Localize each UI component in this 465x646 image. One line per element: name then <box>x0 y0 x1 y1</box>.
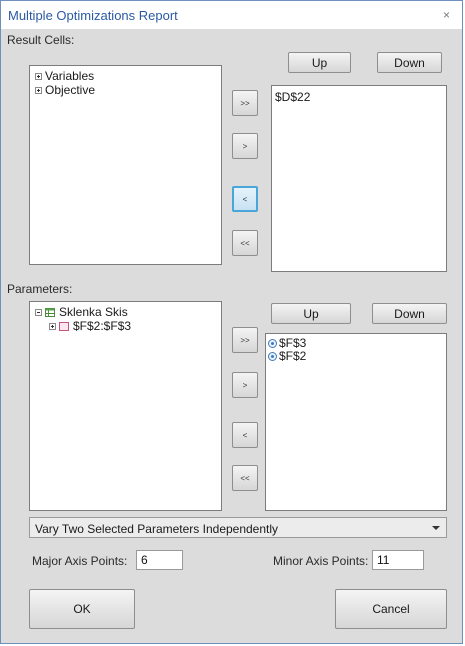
result-cells-label: Result Cells: <box>7 33 75 47</box>
parameters-remove-button[interactable]: < <box>232 422 258 448</box>
tree-item-variables[interactable]: Variables <box>35 69 94 83</box>
tree-item-label: $F$2:$F$3 <box>73 319 132 333</box>
cancel-button[interactable]: Cancel <box>335 589 447 629</box>
list-item[interactable]: $F$2 <box>268 349 306 363</box>
parameters-remove-all-button[interactable]: << <box>232 465 258 491</box>
parameters-label: Parameters: <box>7 282 73 296</box>
expand-icon[interactable] <box>35 86 42 94</box>
parameters-down-button[interactable]: Down <box>372 303 447 324</box>
minor-axis-label: Minor Axis Points: <box>273 554 369 568</box>
worksheet-icon <box>45 307 55 317</box>
parameters-selected-list[interactable]: $F$3 $F$2 <box>265 333 447 511</box>
list-item[interactable]: $D$22 <box>275 90 310 104</box>
dialog-body: Result Cells: Variables Objective Up Dow… <box>1 29 462 643</box>
tree-item-label: Sklenka Skis <box>59 305 128 319</box>
result-cells-tree[interactable]: Variables Objective <box>29 65 222 265</box>
tree-item-label: Variables <box>45 69 95 83</box>
major-axis-label: Major Axis Points: <box>32 554 128 568</box>
close-icon[interactable]: × <box>443 8 450 22</box>
ok-button[interactable]: OK <box>29 589 135 629</box>
mode-dropdown[interactable]: Vary Two Selected Parameters Independent… <box>29 517 447 538</box>
parameters-tree[interactable]: Sklenka Skis $F$2:$F$3 <box>29 301 222 511</box>
tree-item-workbook[interactable]: Sklenka Skis <box>35 305 128 319</box>
window-title: Multiple Optimizations Report <box>8 8 178 23</box>
major-axis-input[interactable] <box>136 550 183 570</box>
tree-item-range[interactable]: $F$2:$F$3 <box>49 319 131 333</box>
list-item[interactable]: $F$3 <box>268 336 306 350</box>
tree-item-objective[interactable]: Objective <box>35 83 95 97</box>
parameters-up-button[interactable]: Up <box>271 303 351 324</box>
result-add-all-button[interactable]: >> <box>232 90 258 116</box>
result-remove-button[interactable]: < <box>232 186 258 212</box>
result-down-button[interactable]: Down <box>377 52 442 73</box>
dialog-window: Multiple Optimizations Report × Result C… <box>0 0 463 644</box>
result-selected-list[interactable]: $D$22 <box>271 85 447 272</box>
parameters-add-button[interactable]: > <box>232 372 258 398</box>
collapse-icon[interactable] <box>35 308 42 316</box>
expand-icon[interactable] <box>35 72 42 80</box>
list-item-label: $F$2 <box>279 349 307 363</box>
tree-item-label: Objective <box>45 83 96 97</box>
title-bar: Multiple Optimizations Report × <box>1 1 462 29</box>
expand-icon[interactable] <box>49 322 56 330</box>
parameter-icon <box>268 351 277 361</box>
minor-axis-input[interactable] <box>372 550 424 570</box>
parameters-add-all-button[interactable]: >> <box>232 327 258 353</box>
result-add-button[interactable]: > <box>232 133 258 159</box>
result-up-button[interactable]: Up <box>288 52 351 73</box>
list-item-label: $F$3 <box>279 336 307 350</box>
chevron-down-icon[interactable] <box>432 526 440 530</box>
result-remove-all-button[interactable]: << <box>232 230 258 256</box>
mode-dropdown-value: Vary Two Selected Parameters Independent… <box>35 522 279 536</box>
parameter-icon <box>268 338 277 348</box>
range-icon <box>59 321 69 331</box>
